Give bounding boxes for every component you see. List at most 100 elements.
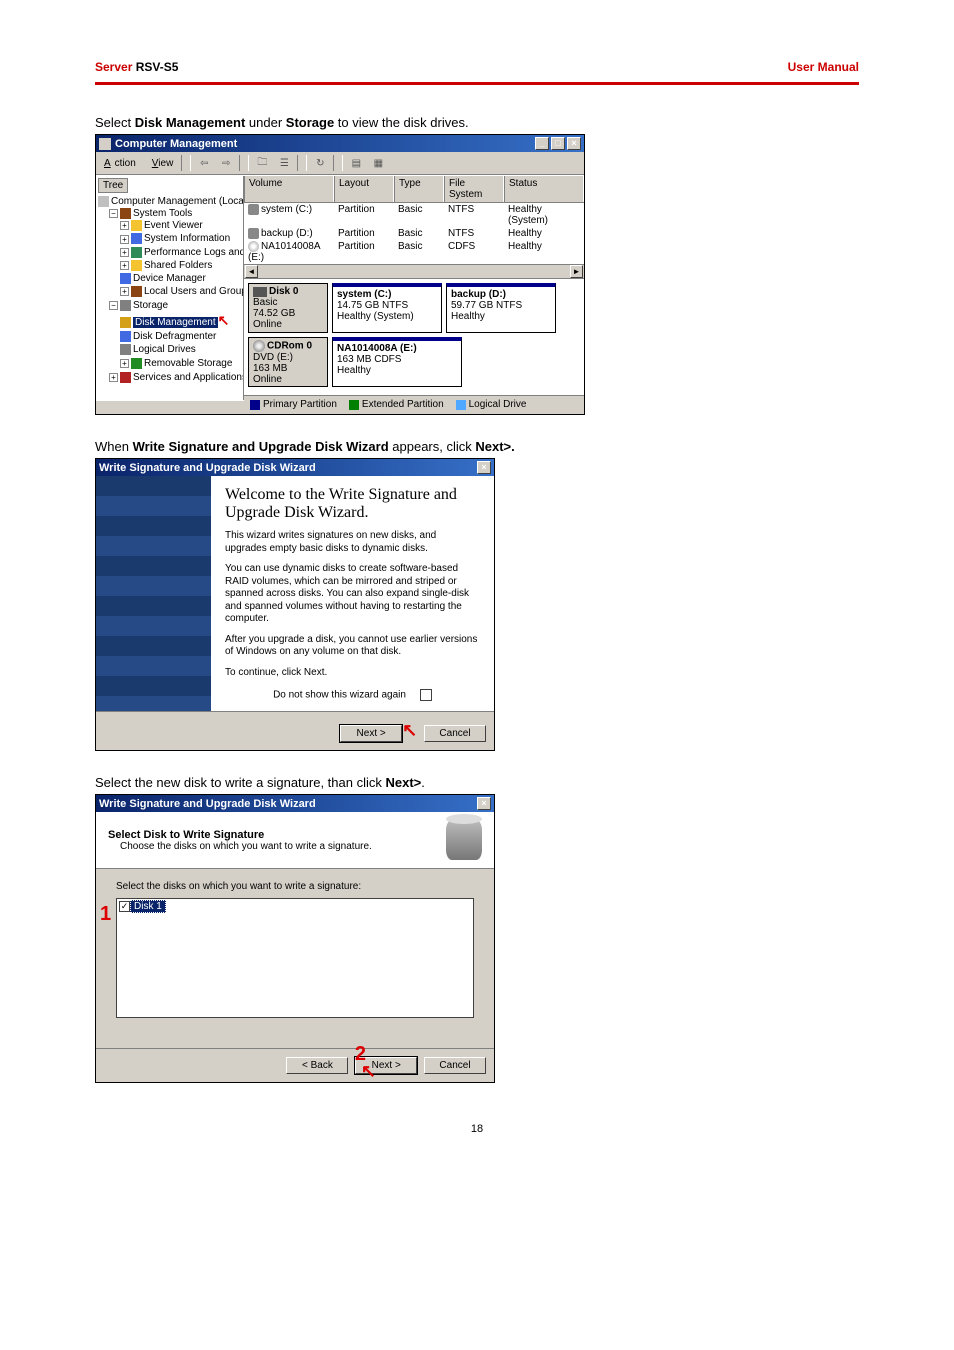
col-layout[interactable]: Layout (334, 176, 394, 202)
separator (181, 155, 191, 171)
tree-logical[interactable]: Logical Drives (120, 343, 241, 356)
wizard-heading: Welcome to the Write Signature and Upgra… (225, 486, 480, 522)
annotation-arrow: ↖ (218, 312, 230, 328)
disk-item[interactable]: ✓Disk 1 (119, 901, 166, 912)
back-icon[interactable]: ⇦ (195, 154, 213, 172)
annotation-1: 1 (100, 903, 111, 926)
partition-c[interactable]: system (C:)14.75 GB NTFSHealthy (System) (332, 283, 442, 333)
col-type[interactable]: Type (394, 176, 444, 202)
share-icon (131, 260, 142, 271)
wizard-text: After you upgrade a disk, you cannot use… (225, 634, 480, 659)
drive-icon (248, 228, 259, 239)
model: RSV-S5 (132, 60, 178, 74)
button-row: Next >↖ Cancel (96, 711, 494, 750)
tree-tab[interactable]: Tree (98, 178, 128, 193)
volume-row[interactable]: NA1014008A (E:)PartitionBasicCDFSHealthy (244, 240, 584, 264)
dont-show-label: Do not show this wizard again (273, 690, 406, 701)
window-title: Write Signature and Upgrade Disk Wizard (99, 462, 477, 474)
cancel-button[interactable]: Cancel (424, 725, 486, 742)
tree-shared[interactable]: +Shared Folders (120, 259, 241, 272)
volume-header: Volume Layout Type File System Status (244, 176, 584, 203)
col-status[interactable]: Status (504, 176, 584, 202)
users-icon (131, 286, 142, 297)
scroll-right-icon[interactable]: ► (570, 265, 583, 278)
dont-show-checkbox[interactable] (420, 689, 432, 701)
subheader-desc: Choose the disks on which you want to wr… (108, 841, 372, 852)
back-button[interactable]: < Back (286, 1057, 348, 1074)
brand: Server (95, 60, 132, 74)
tree-services[interactable]: +Services and Applications (109, 371, 241, 384)
wizard-welcome-window: Write Signature and Upgrade Disk Wizard … (95, 458, 495, 751)
wizard-subheader: Select Disk to Write SignatureChoose the… (96, 812, 494, 869)
instruction-2: When Write Signature and Upgrade Disk Wi… (95, 439, 859, 454)
prompt-label: Select the disks on which you want to wr… (116, 881, 474, 892)
disk-checkbox[interactable]: ✓ (119, 901, 130, 912)
menu-view[interactable]: View (148, 157, 178, 170)
cdrom-label[interactable]: CDRom 0DVD (E:)163 MBOnline (248, 337, 328, 387)
disk-listbox[interactable]: ✓Disk 1 (116, 898, 474, 1018)
tree-event[interactable]: +Event Viewer (120, 219, 241, 232)
disk-icon (120, 317, 131, 328)
tree-diskmgmt[interactable]: Disk Management↖ (120, 311, 241, 330)
cd-icon (248, 241, 259, 252)
titlebar[interactable]: Write Signature and Upgrade Disk Wizard … (96, 459, 494, 476)
volume-row[interactable]: system (C:)PartitionBasicNTFSHealthy (Sy… (244, 203, 584, 227)
disk-icon (253, 287, 267, 297)
tree-users[interactable]: +Local Users and Groups (120, 285, 241, 298)
logical-icon (120, 344, 131, 355)
close-button[interactable]: × (477, 461, 491, 474)
maximize-button[interactable]: □ (551, 137, 565, 150)
separator (333, 155, 343, 171)
partition-e[interactable]: NA1014008A (E:)163 MB CDFSHealthy (332, 337, 462, 387)
up-icon[interactable]: 🗀 (253, 154, 271, 172)
wizard-text: You can use dynamic disks to create soft… (225, 563, 480, 626)
scroll-left-icon[interactable]: ◄ (245, 265, 258, 278)
separator (297, 155, 307, 171)
tools-icon (120, 208, 131, 219)
forward-icon[interactable]: ⇨ (217, 154, 235, 172)
legend-extended-icon (349, 400, 359, 410)
wizard-select-disk-window: Write Signature and Upgrade Disk Wizard … (95, 794, 495, 1083)
volume-row[interactable]: backup (D:)PartitionBasicNTFSHealthy (244, 227, 584, 240)
tree-storage[interactable]: −Storage Disk Management↖ Disk Defragmen… (109, 299, 241, 371)
legend-logical-icon (456, 400, 466, 410)
col-volume[interactable]: Volume (244, 176, 334, 202)
props-icon[interactable]: ☰ (275, 154, 293, 172)
menu-action[interactable]: Action (100, 157, 144, 170)
refresh-icon[interactable]: ↻ (311, 154, 329, 172)
annotation-arrow: ↖ (361, 1061, 376, 1082)
event-icon (131, 220, 142, 231)
subheader-title: Select Disk to Write Signature (108, 829, 264, 841)
wizard-text: To continue, click Next. (225, 667, 480, 680)
app-icon (99, 138, 111, 150)
close-button[interactable]: × (567, 137, 581, 150)
minimize-button[interactable]: _ (535, 137, 549, 150)
tree-remov[interactable]: +Removable Storage (120, 357, 241, 370)
tree-root[interactable]: Computer Management (Local) −System Tool… (98, 195, 241, 385)
view1-icon[interactable]: ▤ (347, 154, 365, 172)
titlebar[interactable]: Write Signature and Upgrade Disk Wizard … (96, 795, 494, 812)
tree-device[interactable]: Device Manager (120, 272, 241, 285)
annotation-arrow: ↖ (402, 720, 417, 740)
manual-label: User Manual (788, 60, 859, 74)
titlebar[interactable]: Computer Management _ □ × (96, 135, 584, 152)
defrag-icon (120, 331, 131, 342)
tree-systools[interactable]: −System Tools +Event Viewer +System Info… (109, 207, 241, 299)
disk-item-label: Disk 1 (130, 900, 166, 913)
scrollbar[interactable]: ◄► (244, 264, 584, 279)
tree-sysinfo[interactable]: +System Information (120, 232, 241, 245)
separator (239, 155, 249, 171)
tree-perf[interactable]: +Performance Logs and Alerts (120, 246, 241, 259)
wizard-text: This wizard writes signatures on new dis… (225, 530, 480, 555)
partition-d[interactable]: backup (D:)59.77 GB NTFSHealthy (446, 283, 556, 333)
details-pane: Volume Layout Type File System Status sy… (244, 176, 584, 400)
view2-icon[interactable]: ▦ (369, 154, 387, 172)
close-button[interactable]: × (477, 797, 491, 810)
tree-defrag[interactable]: Disk Defragmenter (120, 330, 241, 343)
disk0-label[interactable]: Disk 0Basic74.52 GBOnline (248, 283, 328, 333)
next-button[interactable]: Next > (340, 725, 402, 742)
button-row: < Back Next > Cancel 2 ↖ (96, 1048, 494, 1082)
col-fs[interactable]: File System (444, 176, 504, 202)
info-icon (131, 233, 142, 244)
cancel-button[interactable]: Cancel (424, 1057, 486, 1074)
